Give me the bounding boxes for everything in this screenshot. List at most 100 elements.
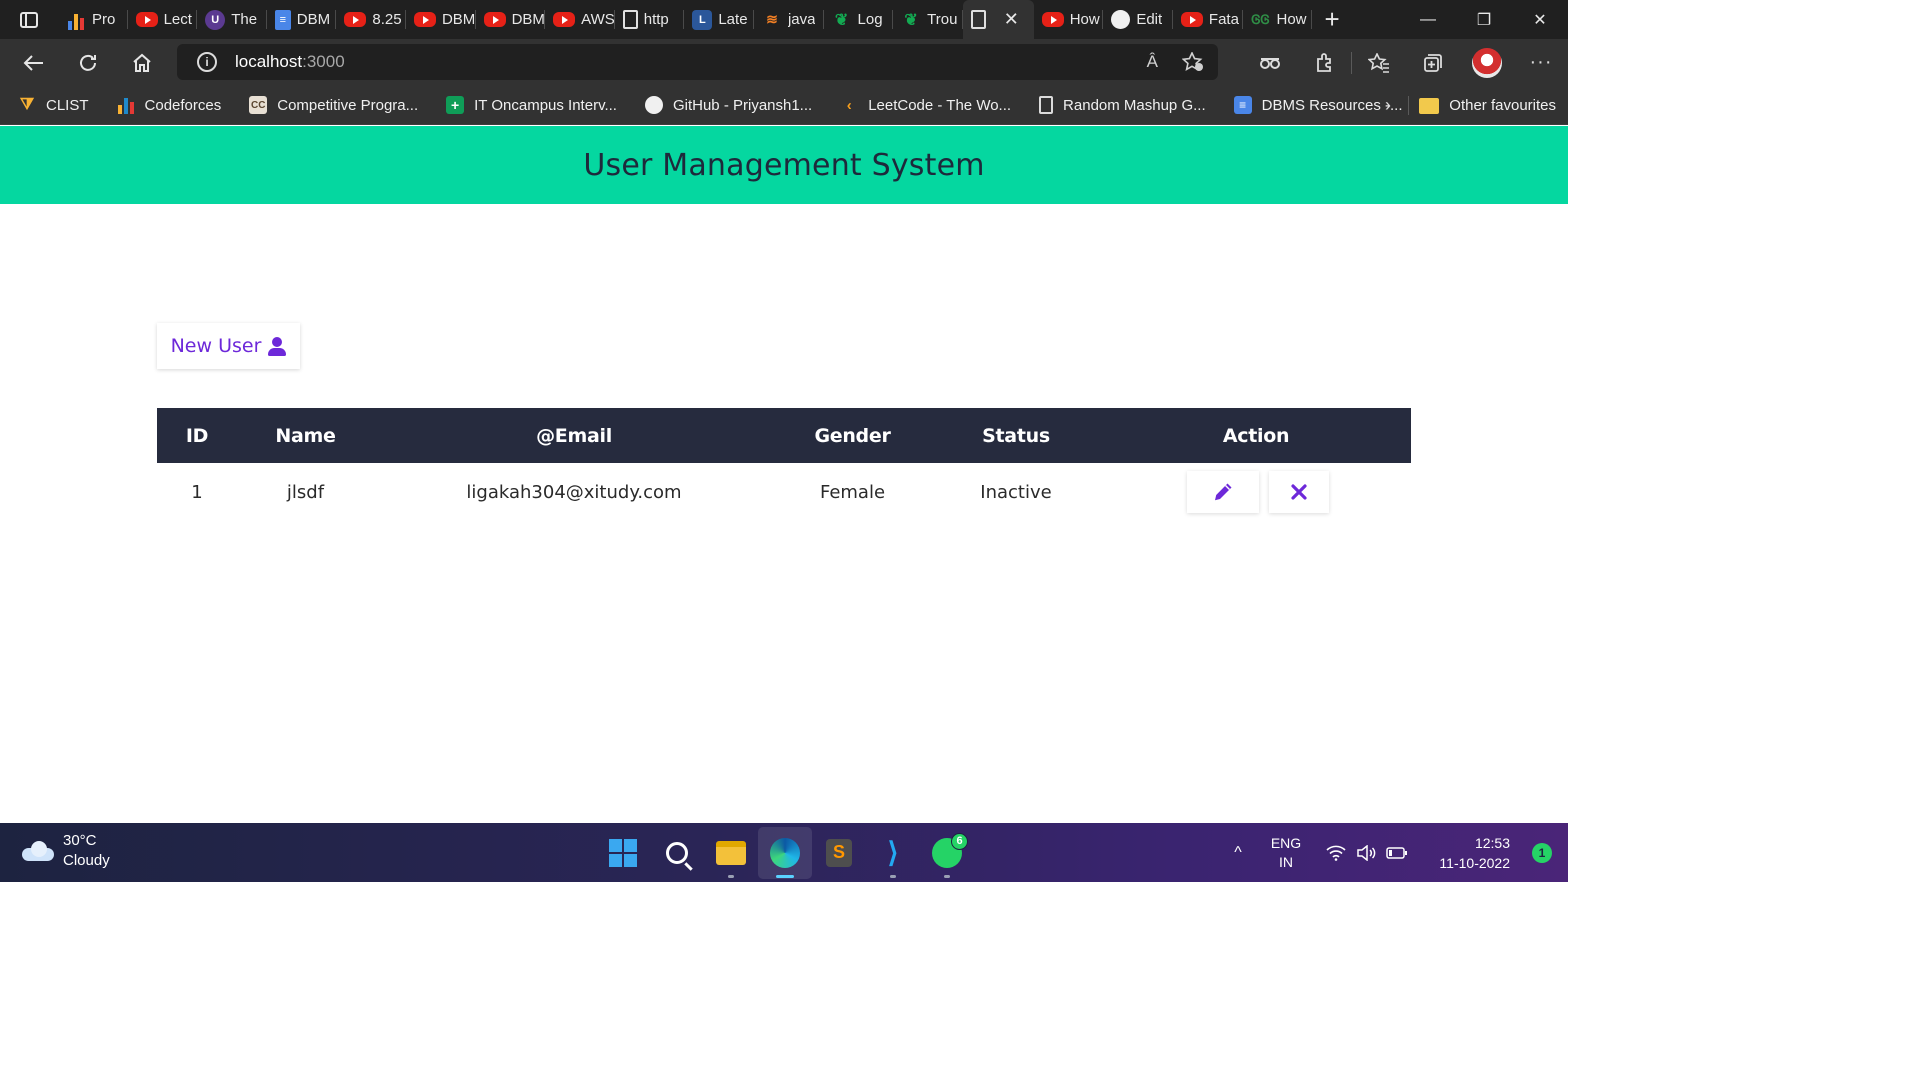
- browser-tab[interactable]: How: [1034, 0, 1104, 39]
- column-header-name[interactable]: Name: [237, 408, 374, 463]
- vscode-icon: ⟩: [887, 837, 899, 868]
- minimize-button[interactable]: —: [1400, 0, 1456, 39]
- add-favourite-icon[interactable]: [1182, 52, 1204, 72]
- more-options-icon[interactable]: ···: [1514, 39, 1568, 86]
- new-user-label: New User: [170, 335, 262, 357]
- browser-tab[interactable]: Pro: [58, 0, 128, 39]
- language-indicator[interactable]: ENG IN: [1256, 834, 1316, 872]
- favourites-divider: [1408, 96, 1409, 115]
- address-bar[interactable]: i localhost:3000 Â: [177, 44, 1218, 80]
- show-hidden-icons-chevron-icon[interactable]: ^: [1220, 844, 1256, 862]
- tab-title: Late: [718, 11, 748, 28]
- column-header-status[interactable]: Status: [931, 408, 1101, 463]
- home-button[interactable]: [115, 39, 169, 86]
- browser-tab[interactable]: U The: [197, 0, 267, 39]
- site-info-icon[interactable]: i: [197, 52, 217, 72]
- tab-actions-icon: [20, 11, 38, 28]
- taskbar-file-explorer[interactable]: [704, 827, 758, 879]
- tab-title: http: [643, 11, 669, 28]
- language-code: ENG: [1270, 834, 1302, 851]
- browser-tab[interactable]: Edit: [1103, 0, 1173, 39]
- start-button[interactable]: [596, 827, 650, 879]
- window-controls: — ❐ ✕: [1400, 0, 1568, 39]
- browser-tab[interactable]: L Late: [684, 0, 754, 39]
- browser-tab[interactable]: AWS: [545, 0, 615, 39]
- toolbar-right: ···: [1243, 39, 1568, 86]
- weather-temperature: 30°C: [63, 832, 97, 849]
- taskbar-sublime-text[interactable]: S: [812, 827, 866, 879]
- new-tab-button[interactable]: +: [1312, 0, 1352, 39]
- quick-settings[interactable]: [1316, 844, 1418, 861]
- taskbar-whatsapp[interactable]: 6: [920, 827, 974, 879]
- extensions-icon[interactable]: [1297, 39, 1351, 86]
- favourites-bar: ⧩ CLIST Codeforces CC Competitive Progra…: [0, 86, 1568, 125]
- web-page: User Management System New User ID Name …: [0, 126, 1568, 823]
- browser-tab[interactable]: Lect: [128, 0, 198, 39]
- bookmark-it-oncampus[interactable]: + IT Oncampus Interv...: [428, 86, 627, 125]
- browser-tab[interactable]: ᎶᎶ How: [1243, 0, 1313, 39]
- close-icon: [1291, 484, 1307, 500]
- notification-badge: 6: [951, 832, 968, 850]
- close-tab-icon[interactable]: ✕: [1004, 9, 1019, 30]
- youtube-icon: [553, 12, 576, 27]
- tab-title: Fata: [1208, 11, 1239, 28]
- column-header-email[interactable]: @Email: [374, 408, 774, 463]
- bookmark-competitive-programming[interactable]: CC Competitive Progra...: [231, 86, 428, 125]
- taskbar-search-button[interactable]: [650, 827, 704, 879]
- browser-tab[interactable]: http: [615, 0, 685, 39]
- close-window-button[interactable]: ✕: [1512, 0, 1568, 39]
- tab-title: Trou: [927, 11, 958, 28]
- other-favourites-label: Other favourites: [1449, 97, 1556, 114]
- profile-button[interactable]: [1460, 39, 1514, 86]
- browser-essentials-icon[interactable]: [1243, 39, 1297, 86]
- column-header-id[interactable]: ID: [157, 408, 237, 463]
- browser-tab[interactable]: 8.25: [336, 0, 406, 39]
- bookmark-random-mashup[interactable]: Random Mashup G...: [1021, 86, 1216, 125]
- clock[interactable]: 12:53 11-10-2022: [1418, 833, 1518, 873]
- other-favourites-folder[interactable]: Other favourites: [1419, 86, 1556, 125]
- bookmark-codeforces[interactable]: Codeforces: [99, 86, 232, 125]
- bookmark-label: Codeforces: [144, 96, 222, 114]
- tab-actions-menu[interactable]: [0, 0, 58, 39]
- tab-title: 8.25: [372, 11, 402, 28]
- browser-tab[interactable]: ≋ java: [754, 0, 824, 39]
- youtube-icon: [344, 12, 367, 27]
- restore-button[interactable]: ❐: [1456, 0, 1512, 39]
- running-indicator: [728, 874, 734, 878]
- browser-tab-active[interactable]: ✕: [962, 0, 1034, 39]
- tab-title: AWS: [581, 11, 615, 28]
- mongodb-icon: ❦: [904, 11, 918, 29]
- bookmark-leetcode[interactable]: ‹ LeetCode - The Wo...: [822, 86, 1021, 125]
- back-button[interactable]: [7, 39, 61, 86]
- notification-center-badge[interactable]: 1: [1532, 842, 1552, 863]
- favourites-icon[interactable]: [1352, 39, 1406, 86]
- cell-name: jlsdf: [286, 481, 325, 503]
- refresh-button[interactable]: [61, 39, 115, 86]
- delete-user-button[interactable]: [1269, 471, 1329, 513]
- browser-tab[interactable]: ❦ Log: [824, 0, 894, 39]
- taskbar-edge[interactable]: [758, 826, 812, 879]
- more-favourites-chevron-icon[interactable]: ›: [1374, 86, 1402, 125]
- collections-icon[interactable]: [1406, 39, 1460, 86]
- browser-tab[interactable]: ❦ Trou: [893, 0, 963, 39]
- bookmark-github[interactable]: GitHub - Priyansh1...: [627, 86, 822, 125]
- browser-toolbar: i localhost:3000 Â ···: [0, 39, 1568, 86]
- bookmark-clist[interactable]: ⧩ CLIST: [0, 86, 99, 125]
- tab-title: Edit: [1136, 11, 1163, 28]
- new-user-button[interactable]: New User: [157, 323, 300, 369]
- stackoverflow-icon: ≋: [766, 11, 778, 27]
- column-header-gender[interactable]: Gender: [774, 408, 931, 463]
- browser-tab[interactable]: DBM: [406, 0, 476, 39]
- browser-tab[interactable]: ≡ DBM: [267, 0, 337, 39]
- weather-widget[interactable]: 30°C Cloudy: [22, 831, 110, 871]
- cc-icon: CC: [249, 96, 268, 114]
- bookmark-label: Random Mashup G...: [1063, 96, 1206, 114]
- edge-browser-icon: [770, 837, 800, 868]
- edit-user-button[interactable]: [1187, 471, 1259, 513]
- read-aloud-icon[interactable]: Â: [1147, 52, 1158, 72]
- taskbar-vscode[interactable]: ⟩: [866, 827, 920, 879]
- browser-tab[interactable]: DBM: [476, 0, 546, 39]
- column-header-action: Action: [1222, 424, 1290, 447]
- browser-tab[interactable]: Fata: [1173, 0, 1243, 39]
- sublime-text-icon: S: [826, 838, 852, 867]
